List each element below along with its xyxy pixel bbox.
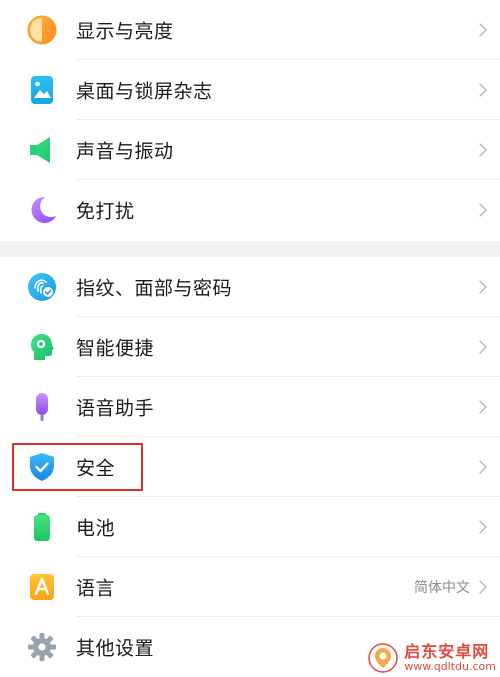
settings-item-display-brightness[interactable]: 显示与亮度 (0, 0, 500, 60)
language-current-value: 简体中文 (414, 580, 470, 596)
fingerprint-face-icon (26, 271, 58, 303)
microphone-icon (26, 391, 58, 423)
settings-item-smart-convenience[interactable]: 智能便捷 (0, 317, 500, 377)
settings-group-display-sound: 显示与亮度 桌面与锁屏杂志 声音与振动 免打扰 (0, 0, 500, 241)
brightness-icon (26, 14, 58, 46)
site-watermark: 启东安卓网 www.qdltdu.com (368, 643, 496, 673)
settings-group-security-system: 指纹、面部与密码 智能便捷 语音助手 安全 电池 语言 简体中文 其他设置 (0, 257, 500, 677)
settings-item-label: 语言 (76, 577, 116, 600)
settings-item-label: 显示与亮度 (76, 20, 174, 43)
settings-item-language[interactable]: 语言 简体中文 (0, 557, 500, 617)
chevron-right-icon (478, 579, 488, 595)
settings-item-sound-vibration[interactable]: 声音与振动 (0, 120, 500, 180)
language-a-icon (26, 571, 58, 603)
settings-item-label: 免打扰 (76, 200, 135, 223)
chevron-right-icon (478, 519, 488, 535)
watermark-title: 启东安卓网 (404, 641, 490, 661)
chevron-right-icon (478, 202, 488, 218)
chevron-right-icon (478, 339, 488, 355)
gear-icon (26, 631, 58, 663)
chevron-right-icon (478, 142, 488, 158)
wallpaper-icon (26, 74, 58, 106)
settings-item-label: 声音与振动 (76, 140, 174, 163)
settings-item-label: 桌面与锁屏杂志 (76, 80, 213, 103)
chevron-right-icon (478, 399, 488, 415)
settings-item-label: 其他设置 (76, 637, 155, 660)
moon-icon (26, 194, 58, 226)
settings-item-label: 智能便捷 (76, 337, 155, 360)
chevron-right-icon (478, 22, 488, 38)
speaker-icon (26, 134, 58, 166)
battery-icon (26, 511, 58, 543)
settings-item-label: 电池 (76, 517, 116, 540)
settings-item-battery[interactable]: 电池 (0, 497, 500, 557)
smart-head-icon (26, 331, 58, 363)
settings-item-label: 安全 (76, 457, 116, 480)
watermark-url: www.qdltdu.com (404, 659, 496, 673)
section-gap (0, 241, 500, 257)
settings-item-do-not-disturb[interactable]: 免打扰 (0, 180, 500, 240)
chevron-right-icon (478, 82, 488, 98)
watermark-logo-icon (368, 643, 398, 673)
settings-item-fingerprint-face-password[interactable]: 指纹、面部与密码 (0, 257, 500, 317)
chevron-right-icon (478, 279, 488, 295)
shield-check-icon (26, 451, 58, 483)
settings-item-desktop-lockscreen[interactable]: 桌面与锁屏杂志 (0, 60, 500, 120)
settings-item-voice-assistant[interactable]: 语音助手 (0, 377, 500, 437)
settings-item-label: 语音助手 (76, 397, 155, 420)
settings-item-label: 指纹、面部与密码 (76, 277, 233, 300)
settings-item-security[interactable]: 安全 (0, 437, 500, 497)
chevron-right-icon (478, 459, 488, 475)
